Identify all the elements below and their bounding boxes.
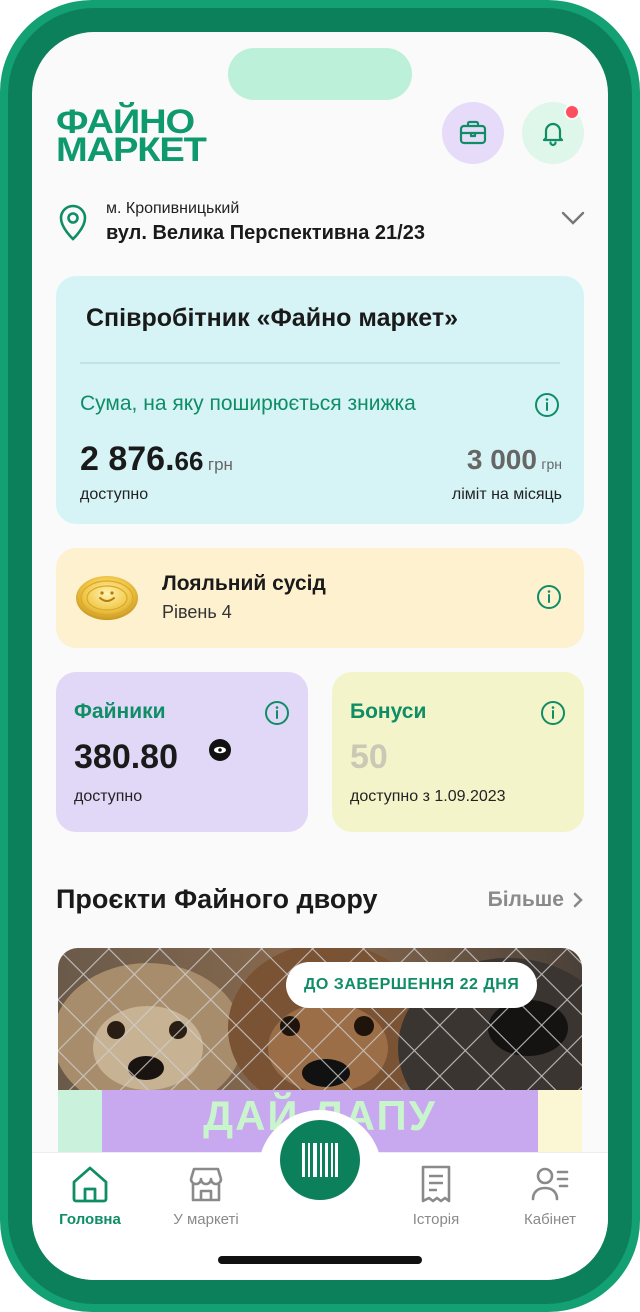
fainyky-value: 380.80 bbox=[74, 738, 178, 776]
app-screen: ФАЙНО МАРКЕТ м. Кропивницький вул. Велик… bbox=[32, 32, 608, 1280]
dynamic-island bbox=[228, 48, 412, 100]
loyalty-title: Лояльний сусід bbox=[162, 572, 326, 595]
bonuses-title: Бонуси bbox=[350, 700, 427, 723]
projects-title: Проєкти Файного двору bbox=[56, 884, 378, 914]
bell-icon bbox=[542, 122, 564, 147]
profile-icon bbox=[531, 1167, 569, 1201]
fainyky-label: доступно bbox=[74, 788, 143, 805]
bonuses-value: 50 bbox=[350, 738, 388, 776]
store-icon bbox=[189, 1167, 223, 1202]
info-icon[interactable] bbox=[536, 584, 562, 610]
briefcase-button[interactable] bbox=[442, 102, 504, 164]
amount-currency: грн bbox=[207, 455, 233, 474]
address-selector[interactable]: м. Кропивницький вул. Велика Перспективн… bbox=[56, 200, 586, 250]
tab-in-store-label: У маркеті bbox=[173, 1211, 239, 1228]
location-pin-icon bbox=[59, 204, 87, 241]
tab-home-label: Головна bbox=[59, 1211, 121, 1228]
discount-subtitle: Сума, на яку поширюється знижка bbox=[80, 392, 416, 415]
loyalty-level-card[interactable]: Лояльний сусід Рівень 4 bbox=[56, 548, 584, 648]
home-indicator bbox=[218, 1256, 422, 1264]
fainyky-card[interactable]: Файники 380.80 доступно bbox=[56, 672, 308, 832]
fainyk-coin-icon bbox=[209, 739, 231, 761]
chevron-down-icon bbox=[561, 211, 585, 225]
logo-line-2: МАРКЕТ bbox=[56, 131, 207, 169]
bonuses-label: доступно з 1.09.2023 bbox=[350, 788, 506, 805]
scan-card-button[interactable] bbox=[280, 1120, 360, 1200]
briefcase-icon bbox=[459, 120, 487, 145]
home-icon bbox=[72, 1166, 108, 1203]
available-amount: 2 876.66 грн bbox=[80, 440, 233, 479]
employee-card-title: Співробітник «Файно маркет» bbox=[86, 304, 458, 332]
address-city: м. Кропивницький bbox=[106, 200, 240, 217]
info-icon[interactable] bbox=[540, 700, 566, 726]
info-icon[interactable] bbox=[534, 392, 560, 418]
notification-badge bbox=[564, 104, 580, 120]
limit-label: ліміт на місяць bbox=[451, 486, 562, 503]
monthly-limit: 3 000 грн bbox=[467, 444, 562, 476]
divider bbox=[80, 362, 560, 364]
sun-medal-icon bbox=[76, 576, 138, 620]
tab-in-store[interactable]: У маркеті bbox=[156, 1163, 256, 1228]
chevron-right-icon bbox=[573, 892, 583, 908]
projects-header: Проєкти Файного двору Більше bbox=[56, 884, 584, 920]
info-icon[interactable] bbox=[264, 700, 290, 726]
fainyky-title: Файники bbox=[74, 700, 166, 723]
limit-currency: грн bbox=[541, 456, 562, 472]
tab-profile[interactable]: Кабінет bbox=[500, 1163, 600, 1228]
app-logo: ФАЙНО МАРКЕТ bbox=[56, 105, 266, 167]
loyalty-level: Рівень 4 bbox=[162, 602, 232, 622]
bonuses-card[interactable]: Бонуси 50 доступно з 1.09.2023 bbox=[332, 672, 584, 832]
amount-integer: 2 876. bbox=[80, 440, 175, 478]
tab-profile-label: Кабінет bbox=[523, 1211, 576, 1228]
available-label: доступно bbox=[80, 486, 149, 503]
receipt-icon bbox=[421, 1165, 451, 1203]
address-street: вул. Велика Перспективна 21/23 bbox=[106, 222, 425, 244]
tab-history[interactable]: Історія bbox=[386, 1163, 486, 1228]
employee-discount-card[interactable]: Співробітник «Файно маркет» Сума, на яку… bbox=[56, 276, 584, 524]
projects-more-label: Більше bbox=[487, 888, 564, 911]
amount-decimal: 66 bbox=[174, 446, 204, 476]
tab-history-label: Історія bbox=[412, 1211, 460, 1228]
barcode-icon bbox=[302, 1143, 338, 1177]
project-deadline-badge: ДО ЗАВЕРШЕННЯ 22 ДНЯ bbox=[286, 962, 538, 1008]
tab-home[interactable]: Головна bbox=[40, 1163, 140, 1228]
notifications-button[interactable] bbox=[522, 102, 584, 164]
projects-more-link[interactable]: Більше bbox=[488, 888, 584, 912]
limit-value: 3 000 bbox=[466, 444, 537, 475]
